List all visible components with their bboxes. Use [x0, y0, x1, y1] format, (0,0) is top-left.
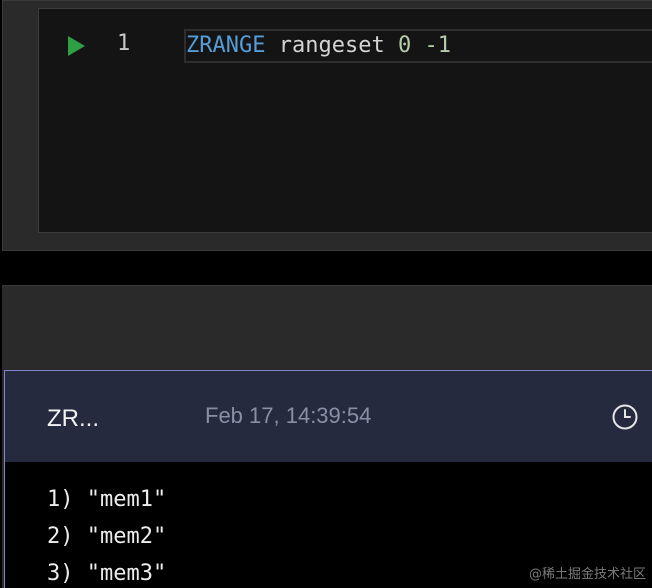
- code-start: 0: [397, 33, 412, 58]
- result-row-index: 1): [47, 487, 74, 512]
- result-row-value: "mem2": [86, 524, 167, 549]
- result-timestamp: Feb 17, 14:39:54: [205, 403, 372, 428]
- code-keyword: ZRANGE: [186, 33, 266, 58]
- panel-gap: [0, 251, 652, 285]
- result-header[interactable]: ZR... Feb 17, 14:39:54: [5, 371, 652, 462]
- run-button[interactable]: [64, 34, 88, 58]
- clock-icon[interactable]: [611, 403, 639, 431]
- code-stop: -1: [424, 33, 451, 58]
- result-row: 1) "mem1": [47, 481, 166, 518]
- result-row: 2) "mem2": [47, 518, 166, 555]
- watermark: @稀土掘金技术社区: [528, 567, 646, 582]
- code-key: rangeset: [278, 33, 385, 58]
- result-row-index: 3): [47, 561, 74, 586]
- result-output: 1) "mem1" 2) "mem2" 3) "mem3": [47, 481, 166, 588]
- play-icon: [68, 36, 85, 56]
- line-number: 1: [117, 31, 131, 56]
- result-row: 3) "mem3": [47, 555, 166, 588]
- code-line[interactable]: ZRANGE rangeset 0 -1: [184, 29, 652, 63]
- result-row-value: "mem1": [86, 487, 167, 512]
- result-card[interactable]: ZR... Feb 17, 14:39:54 1) "mem1" 2) "mem…: [4, 370, 652, 588]
- result-row-value: "mem3": [86, 561, 167, 586]
- result-row-index: 2): [47, 524, 74, 549]
- result-command[interactable]: ZR...: [47, 405, 99, 433]
